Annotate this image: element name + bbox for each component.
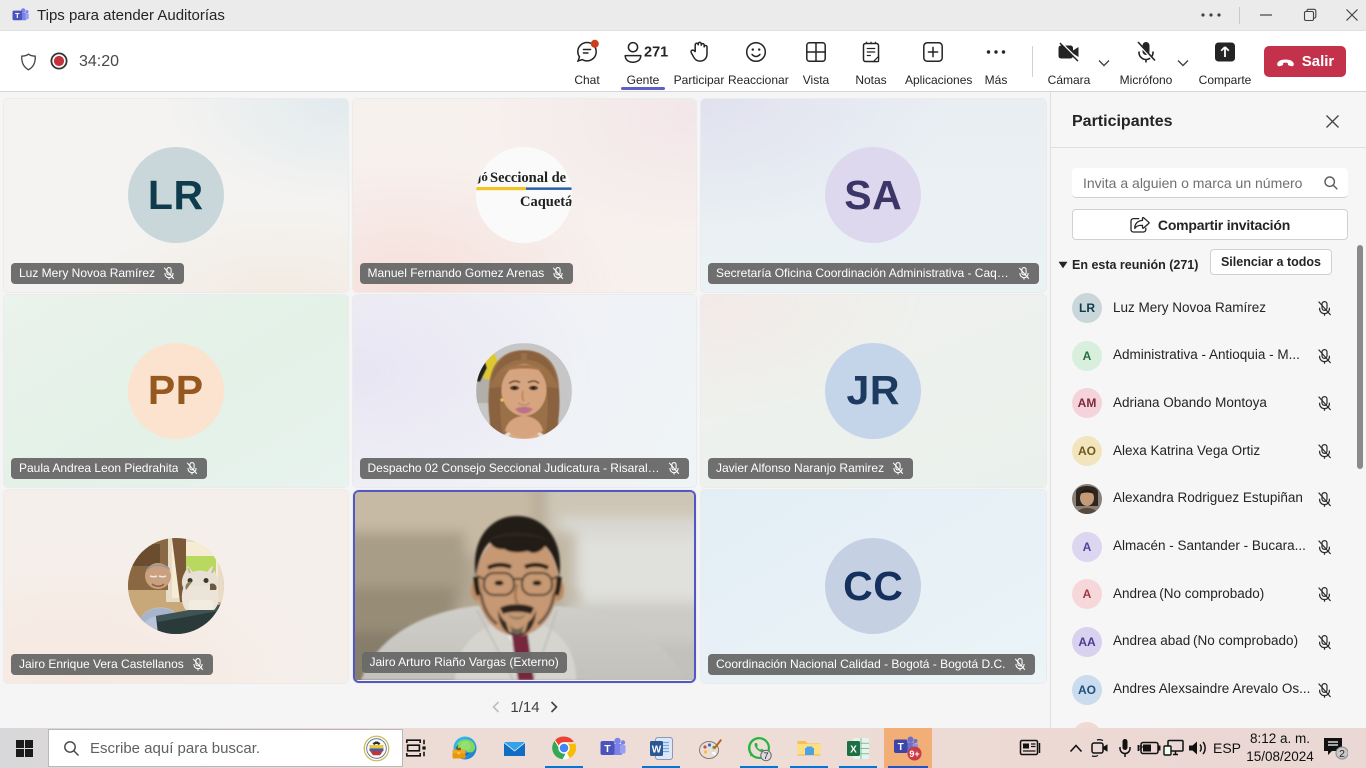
svg-text:Seccional de: Seccional de xyxy=(490,170,567,186)
svg-text:X: X xyxy=(850,744,857,755)
svg-text:jó: jó xyxy=(476,169,488,184)
svg-text:Caquetá: Caquetá xyxy=(520,194,572,210)
svg-text:T: T xyxy=(898,742,904,753)
svg-text:T: T xyxy=(15,11,20,20)
svg-text:W: W xyxy=(651,744,661,755)
svg-text:7: 7 xyxy=(763,751,768,762)
svg-text:271: 271 xyxy=(644,45,668,61)
svg-text:T: T xyxy=(604,743,611,755)
svg-text:2: 2 xyxy=(1339,748,1345,760)
svg-text:9+: 9+ xyxy=(909,749,919,759)
